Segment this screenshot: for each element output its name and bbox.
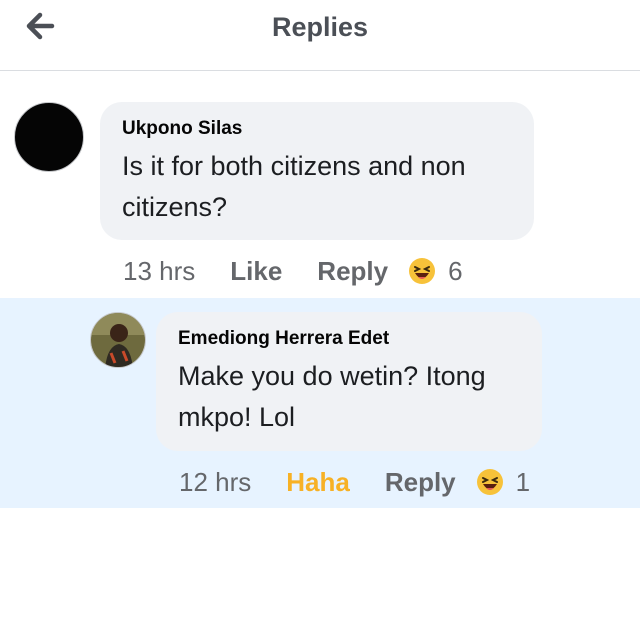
reaction-summary[interactable]: 1	[476, 467, 530, 498]
comment-author[interactable]: Ukpono Silas	[122, 118, 512, 140]
comment-text: Make you do wetin? Itong mkpo! Lol	[178, 361, 486, 432]
page-title: Replies	[271, 12, 369, 42]
reaction-count: 1	[515, 466, 531, 497]
reaction-summary[interactable]: 6	[408, 255, 463, 287]
avatar[interactable]	[90, 312, 146, 368]
reply-button[interactable]: Reply	[317, 256, 388, 287]
reply-button[interactable]: Reply	[385, 467, 456, 498]
comment-bubble: Ukpono Silas Is it for both citizens and…	[100, 102, 534, 240]
reaction-count: 6	[448, 255, 463, 286]
comment-actions: 12 hrs Haha Reply 1	[179, 464, 530, 500]
haha-reaction-button[interactable]: Haha	[286, 467, 350, 498]
haha-emoji-icon	[409, 258, 436, 284]
haha-emoji-icon	[476, 469, 503, 495]
avatar[interactable]	[14, 102, 84, 172]
comment-author[interactable]: Emediong Herrera Edet	[178, 328, 520, 350]
comment-bubble: Emediong Herrera Edet Make you do wetin?…	[156, 312, 542, 451]
top-bar: Replies	[0, 0, 640, 71]
like-button[interactable]: Like	[230, 256, 282, 287]
comment-timestamp: 13 hrs	[123, 255, 196, 286]
profile-photo	[91, 313, 145, 367]
comment-timestamp: 12 hrs	[179, 466, 252, 497]
comment-actions: 13 hrs Like Reply 6	[123, 253, 463, 289]
comment-text: Is it for both citizens and non citizens…	[122, 151, 466, 222]
